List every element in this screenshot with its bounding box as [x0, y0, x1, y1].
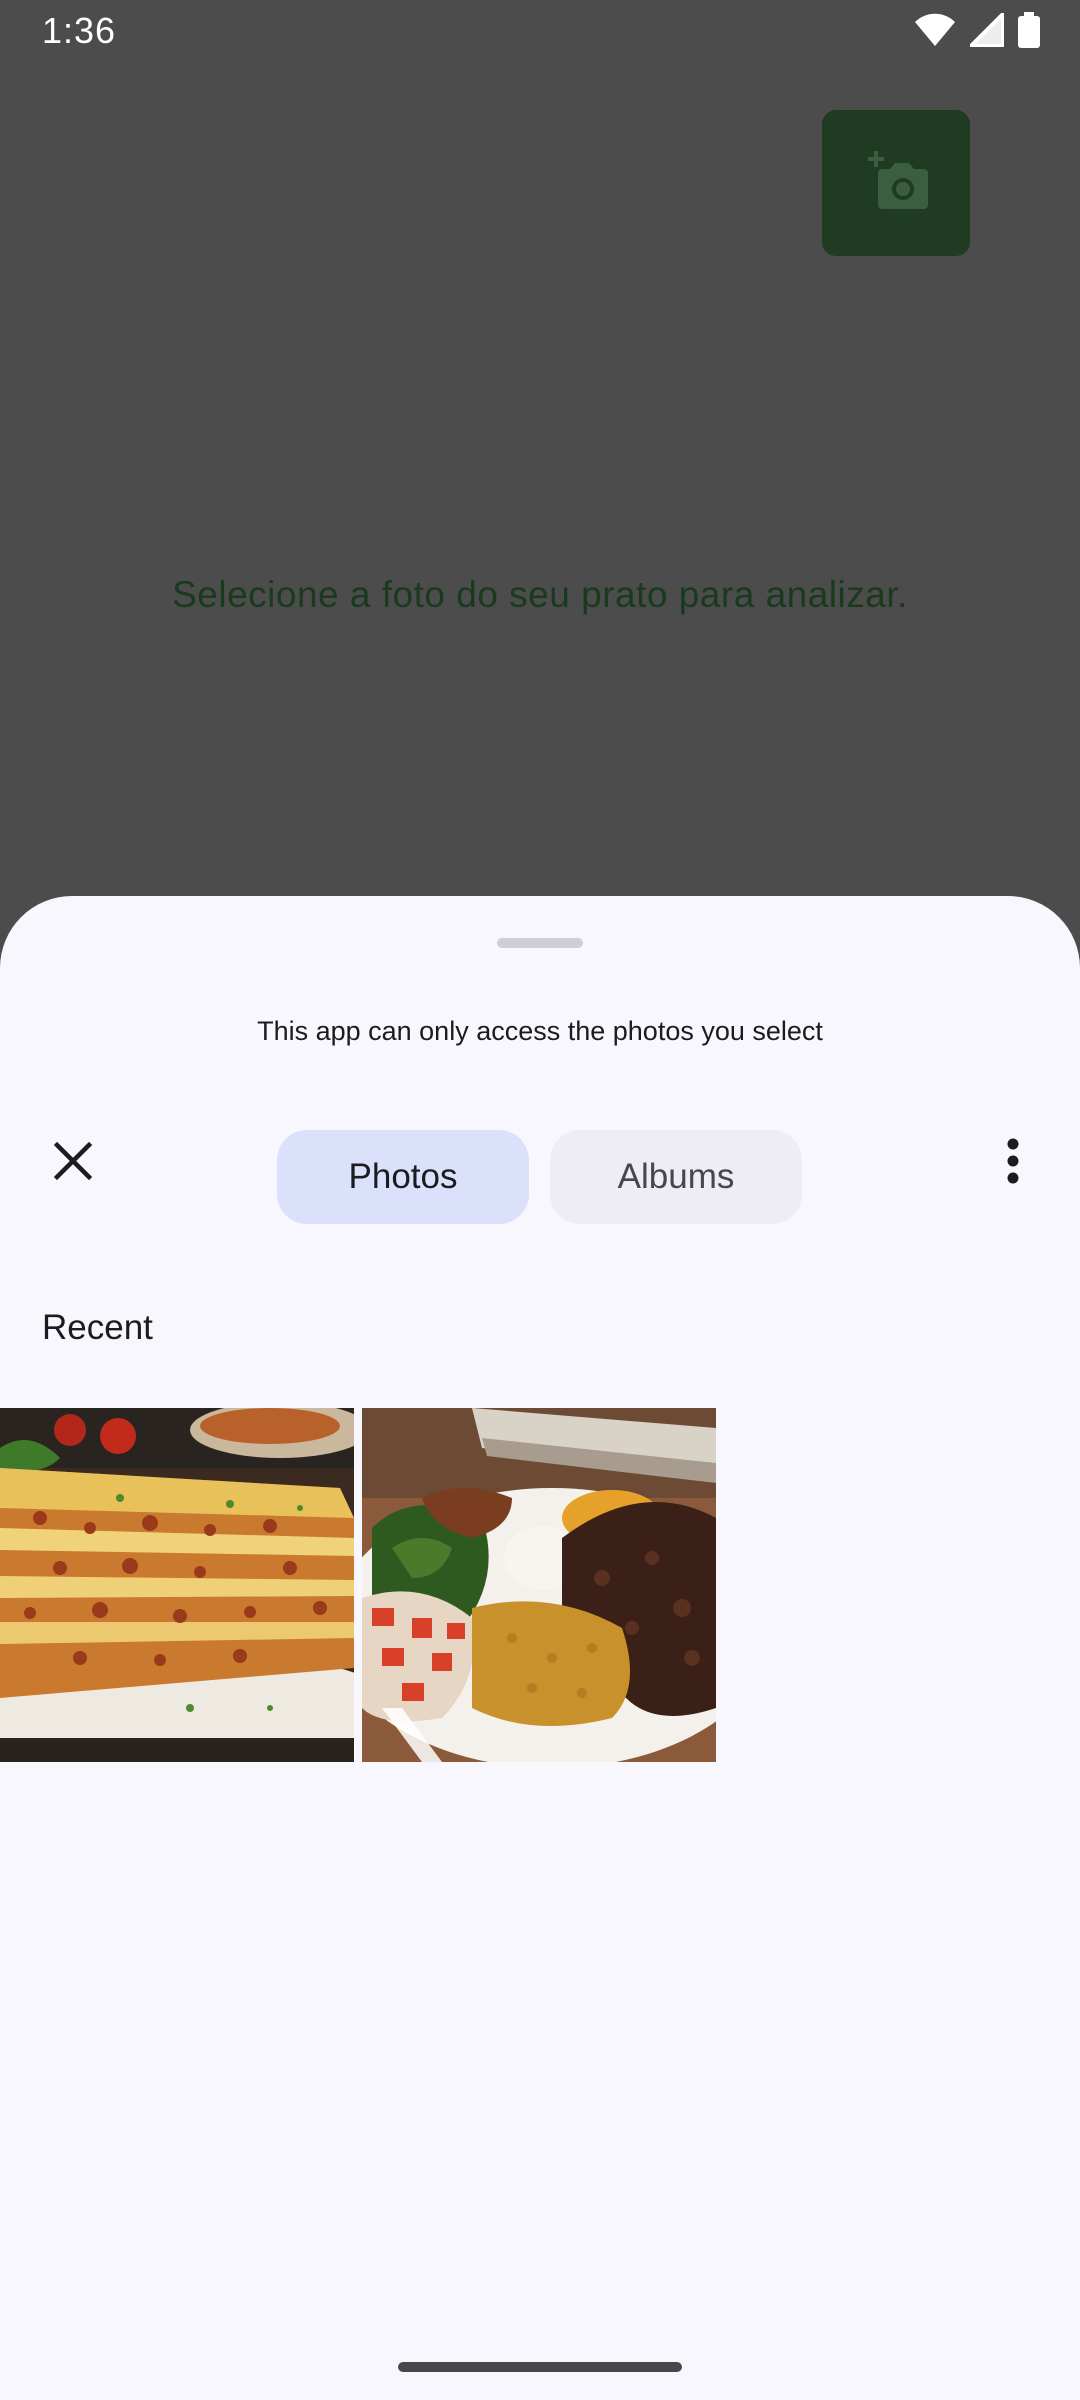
access-notice: This app can only access the photos you …	[257, 1016, 823, 1046]
gesture-nav-handle[interactable]	[398, 2362, 682, 2372]
photo-thumbnail-lasagna[interactable]	[0, 1408, 354, 1762]
add-photo-button[interactable]	[822, 110, 970, 256]
select-photo-prompt: Selecione a foto do seu prato para anali…	[172, 574, 908, 615]
battery-icon	[1018, 12, 1040, 48]
close-button[interactable]	[42, 1132, 104, 1194]
wifi-icon	[914, 13, 956, 47]
more-options-button[interactable]	[988, 1132, 1038, 1194]
add-a-photo-icon	[860, 149, 932, 218]
tab-photos[interactable]: Photos	[277, 1130, 529, 1224]
tab-albums-label: Albums	[617, 1157, 735, 1196]
tab-photos-label: Photos	[348, 1157, 458, 1196]
more-vert-icon	[1006, 1138, 1020, 1189]
status-icons	[914, 12, 1040, 48]
tab-albums[interactable]: Albums	[550, 1130, 802, 1224]
status-bar: 1:36	[0, 0, 1080, 64]
recent-section-title: Recent	[42, 1308, 153, 1347]
close-icon	[53, 1141, 93, 1186]
drag-handle[interactable]	[497, 938, 583, 948]
photo-picker-sheet: This app can only access the photos you …	[0, 896, 1080, 2400]
status-time: 1:36	[42, 10, 117, 51]
photo-thumbnail-feijoada[interactable]	[362, 1408, 716, 1762]
screen: 1:36 Selecione a foto do seu prato para …	[0, 0, 1080, 2400]
cell-signal-icon	[970, 13, 1004, 47]
